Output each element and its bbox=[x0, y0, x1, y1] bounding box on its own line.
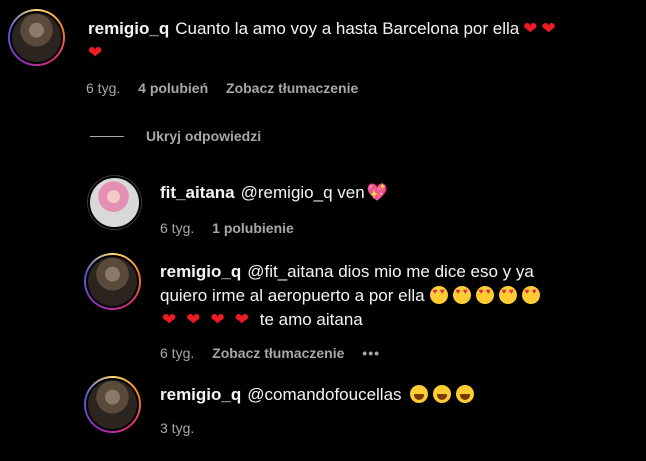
reply-2-text-line2: quiero irme al aeropuerto a por ella bbox=[160, 286, 425, 305]
comment-1-time: 6 tyg. bbox=[86, 80, 121, 96]
heart-eyes-emoji bbox=[521, 286, 540, 304]
replies-divider bbox=[90, 136, 124, 137]
reply-1-username[interactable]: fit_aitana bbox=[160, 183, 235, 202]
reply-2-time: 6 tyg. bbox=[160, 345, 195, 361]
comment-1-username[interactable]: remigio_q bbox=[88, 19, 169, 38]
laughing-emoji bbox=[455, 385, 474, 403]
reply-1-time: 6 tyg. bbox=[160, 220, 195, 236]
avatar-fit-aitana[interactable] bbox=[87, 175, 142, 230]
heart-emoji: ❤ bbox=[234, 310, 249, 329]
reply-1-meta: 6 tyg. 1 polubienie bbox=[160, 220, 308, 236]
avatar-remigio-q[interactable] bbox=[84, 376, 141, 433]
reply-3-time: 3 tyg. bbox=[160, 420, 195, 436]
heart-emoji: ❤ bbox=[186, 310, 201, 329]
reply-3-body: remigio_q @comandofoucellas bbox=[160, 383, 474, 407]
heart-emoji: ❤ bbox=[523, 19, 538, 38]
comment-1-text: Cuanto la amo voy a hasta Barcelona por … bbox=[175, 19, 520, 38]
laughing-emoji bbox=[409, 385, 428, 403]
reply-2-username[interactable]: remigio_q bbox=[160, 262, 241, 281]
heart-emoji: ❤ bbox=[541, 19, 556, 38]
reply-1-body: fit_aitana @remigio_q ven 💖 bbox=[160, 181, 388, 205]
comment-1-translate[interactable]: Zobacz tłumaczenie bbox=[226, 80, 358, 96]
sparkling-heart-emoji: 💖 bbox=[366, 183, 388, 202]
heart-emoji: ❤ bbox=[88, 43, 103, 62]
reply-2-body: remigio_q @fit_aitana dios mio me dice es… bbox=[160, 260, 640, 332]
reply-2-meta: 6 tyg. Zobacz tłumaczenie ••• bbox=[160, 345, 394, 361]
heart-eyes-emoji bbox=[498, 286, 517, 304]
avatar-remigio-q[interactable] bbox=[8, 9, 65, 66]
reply-1-text: @remigio_q ven bbox=[240, 183, 365, 202]
reply-2-translate[interactable]: Zobacz tłumaczenie bbox=[212, 345, 344, 361]
more-icon[interactable]: ••• bbox=[362, 345, 380, 361]
hide-replies-button[interactable]: Ukryj odpowiedzi bbox=[146, 128, 261, 144]
reply-3-username[interactable]: remigio_q bbox=[160, 385, 241, 404]
reply-1-likes[interactable]: 1 polubienie bbox=[212, 220, 294, 236]
heart-eyes-emoji bbox=[429, 286, 448, 304]
laughing-emoji bbox=[432, 385, 451, 403]
reply-3-text: @comandofoucellas bbox=[247, 385, 402, 404]
comment-1-meta: 6 tyg. 4 polubień Zobacz tłumaczenie bbox=[86, 80, 372, 96]
heart-eyes-emoji bbox=[452, 286, 471, 304]
avatar-remigio-q[interactable] bbox=[84, 253, 141, 310]
reply-3-meta: 3 tyg. bbox=[160, 420, 208, 436]
reply-2-text-line3: te amo aitana bbox=[259, 310, 363, 329]
reply-2-text-line1: @fit_aitana dios mio me dice eso y ya bbox=[247, 262, 534, 281]
comment-1-body: remigio_q Cuanto la amo voy a hasta Barce… bbox=[88, 17, 633, 65]
heart-eyes-emoji bbox=[475, 286, 494, 304]
comment-1-likes[interactable]: 4 polubień bbox=[138, 80, 208, 96]
heart-emoji: ❤ bbox=[162, 310, 177, 329]
heart-emoji: ❤ bbox=[210, 310, 225, 329]
